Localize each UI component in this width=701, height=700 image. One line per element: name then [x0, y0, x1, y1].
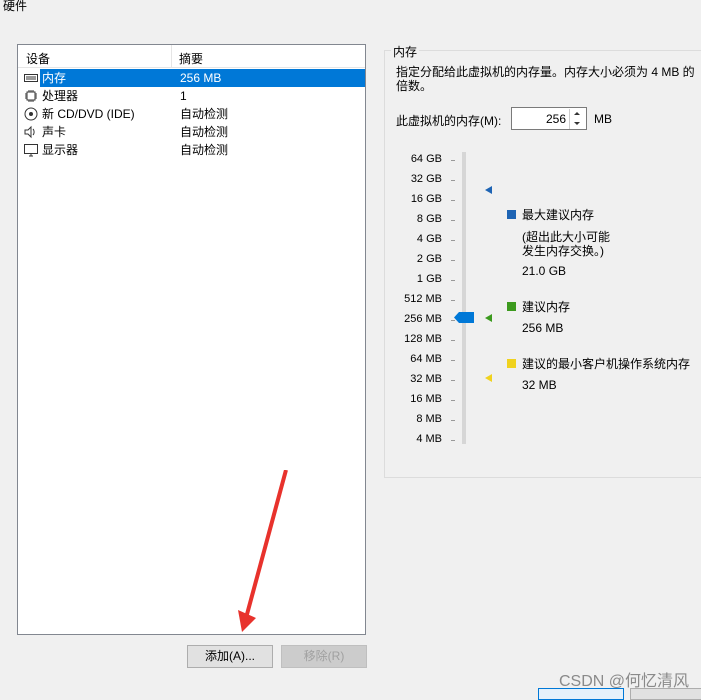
device-row-display[interactable]: 显示器 自动检测: [20, 141, 365, 159]
device-summary: 自动检测: [180, 107, 229, 121]
min-recommended-marker: [485, 374, 492, 382]
scale-tick-label: 64 GB: [410, 153, 442, 165]
spin-down-button[interactable]: [569, 119, 585, 129]
device-summary: 自动检测: [180, 143, 229, 157]
scale-tick: [451, 260, 455, 261]
scale-tick: [451, 280, 455, 281]
memory-group-title: 内存: [391, 43, 420, 60]
scale-tick-label: 16 GB: [410, 193, 442, 205]
chevron-up-icon: [574, 112, 580, 115]
cd-icon: [24, 107, 38, 121]
min-legend-title: 建议的最小客户机操作系统内存: [522, 357, 691, 371]
window-title: 硬件: [3, 0, 28, 13]
scale-tick: [451, 440, 455, 441]
max-legend-value: 21.0 GB: [522, 264, 567, 278]
memory-label: 此虚拟机的内存(M):: [396, 114, 502, 128]
scale-tick: [451, 240, 455, 241]
recommended-legend-value: 256 MB: [522, 321, 564, 335]
device-summary: 256 MB: [171, 69, 365, 87]
column-device[interactable]: 设备: [26, 50, 50, 67]
scale-tick-label: 128 MB: [404, 333, 442, 345]
memory-value: 256: [545, 112, 566, 126]
device-row-memory[interactable]: 内存 256 MB: [20, 69, 365, 87]
min-legend-value: 32 MB: [522, 378, 557, 392]
monitor-icon: [24, 144, 38, 157]
scale-tick: [451, 360, 455, 361]
scale-tick-label: 16 MB: [410, 393, 442, 405]
scale-tick-label: 2 GB: [416, 253, 442, 265]
memory-description: 指定分配给此虚拟机的内存量。内存大小必须为 4 MB 的倍数。: [396, 65, 695, 93]
scale-tick-label: 8 GB: [416, 213, 442, 225]
device-name: 内存: [40, 69, 171, 87]
memory-icon: [24, 74, 38, 82]
recommended-legend-title: 建议内存: [522, 300, 571, 314]
spin-up-button[interactable]: [569, 109, 585, 119]
scale-tick: [451, 180, 455, 181]
list-header: 设备 摘要: [18, 45, 365, 68]
watermark: CSDN @何忆清风: [558, 673, 689, 690]
recommended-legend-swatch: [507, 302, 516, 311]
scale-tick-label: 64 MB: [410, 353, 442, 365]
max-recommended-marker: [485, 186, 492, 194]
annotation-arrow: [238, 470, 288, 632]
scale-tick: [451, 300, 455, 301]
device-list[interactable]: 设备 摘要 内存 256 MB 处理器 1 新 CD/DVD (IDE) 自动检…: [17, 44, 366, 635]
min-legend-swatch: [507, 359, 516, 368]
scale-tick-label: 1 GB: [416, 273, 442, 285]
device-summary: 自动检测: [180, 125, 229, 139]
scale-tick-label: 32 MB: [410, 373, 442, 385]
max-legend-title: 最大建议内存: [522, 208, 595, 222]
scale-tick: [451, 340, 455, 341]
scale-tick-label: 4 GB: [416, 233, 442, 245]
memory-slider-thumb[interactable]: [454, 312, 474, 323]
memory-input[interactable]: 256: [511, 107, 587, 130]
scale-tick-label: 256 MB: [404, 313, 442, 325]
scale-tick-label: 32 GB: [410, 173, 442, 185]
scale-tick: [451, 380, 455, 381]
add-button[interactable]: 添加(A)...: [187, 645, 273, 668]
memory-slider-track[interactable]: [462, 152, 466, 444]
max-legend-swatch: [507, 210, 516, 219]
scale-tick: [451, 420, 455, 421]
device-name: 显示器: [42, 143, 79, 157]
device-row-sound-card[interactable]: 声卡 自动检测: [20, 123, 365, 141]
speaker-icon: [24, 125, 35, 139]
device-row-processor[interactable]: 处理器 1: [20, 87, 365, 105]
cpu-icon: [25, 90, 37, 102]
scale-tick: [451, 160, 455, 161]
device-name: 新 CD/DVD (IDE): [42, 107, 135, 121]
scale-tick-label: 4 MB: [416, 433, 442, 445]
scale-tick-label: 8 MB: [416, 413, 442, 425]
scale-tick-label: 512 MB: [404, 293, 442, 305]
chevron-down-icon: [574, 122, 580, 125]
max-legend-note-2: 发生内存交换。): [522, 244, 604, 258]
scale-tick: [451, 200, 455, 201]
device-name: 声卡: [42, 125, 67, 139]
device-summary: 1: [180, 89, 187, 103]
recommended-marker: [485, 314, 492, 322]
scale-tick: [451, 220, 455, 221]
device-row-cd-dvd[interactable]: 新 CD/DVD (IDE) 自动检测: [20, 105, 365, 123]
device-name: 处理器: [42, 89, 79, 103]
column-summary[interactable]: 摘要: [179, 50, 203, 67]
remove-button[interactable]: 移除(R): [281, 645, 367, 668]
column-separator[interactable]: [171, 45, 172, 67]
scale-tick: [451, 400, 455, 401]
memory-unit: MB: [594, 112, 612, 126]
